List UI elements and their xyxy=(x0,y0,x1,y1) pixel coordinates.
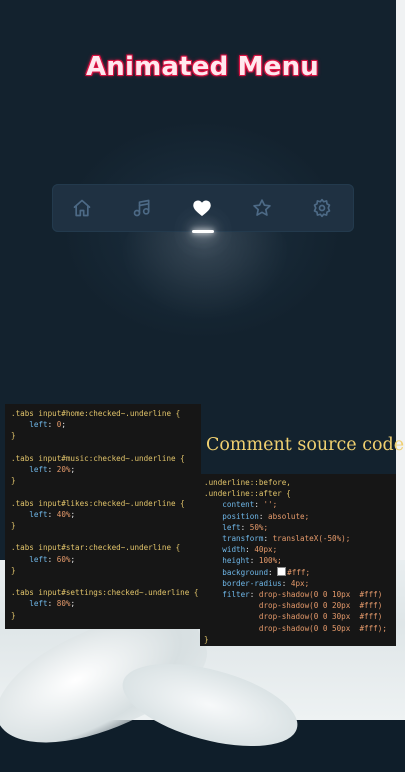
code-property: background xyxy=(222,567,269,577)
code-value: 40px; xyxy=(254,545,278,555)
tab-home[interactable] xyxy=(52,184,112,232)
code-value: 100%; xyxy=(258,556,282,566)
code-value: drop-shadow(0 0 50px #fff); xyxy=(258,623,387,633)
code-property: content xyxy=(222,500,255,510)
code-value: absolute; xyxy=(268,511,310,521)
code-property: left xyxy=(29,509,48,519)
code-selector: .tabs input#settings:checked~.underline … xyxy=(11,588,199,598)
tab-menu xyxy=(52,184,354,233)
code-value: 40% xyxy=(56,509,71,519)
code-value: ''; xyxy=(263,500,278,510)
code-value: 4px; xyxy=(290,578,310,588)
comment-label: Comment source code xyxy=(206,435,405,455)
color-swatch-icon xyxy=(277,566,287,576)
code-property: height xyxy=(222,556,250,566)
code-selector: .tabs input#likes:checked~.underline { xyxy=(11,498,185,508)
edge-strip xyxy=(396,0,405,570)
code-property: left xyxy=(29,420,48,430)
tab-star[interactable] xyxy=(232,184,292,232)
code-selector: .tabs input#home:checked~.underline { xyxy=(11,409,181,418)
page-title: Animated Menu xyxy=(85,52,320,82)
code-selector: .underline::after { xyxy=(204,489,291,499)
tab-music[interactable] xyxy=(112,184,172,232)
code-property: border-radius xyxy=(222,578,282,588)
code-property: left xyxy=(29,554,48,564)
code-value: drop-shadow(0 0 30px #fff) xyxy=(258,612,383,622)
code-snippet-left: .tabs input#home:checked~.underline { le… xyxy=(5,404,201,629)
code-value: 60% xyxy=(56,554,71,564)
code-value: drop-shadow(0 0 10px #fff) xyxy=(258,590,383,600)
code-property: width xyxy=(222,545,246,555)
code-value: 50%; xyxy=(249,522,269,532)
code-selector: .underline::before, xyxy=(204,478,291,487)
code-property: left xyxy=(222,522,241,532)
code-value: 0 xyxy=(56,420,62,430)
code-value: 80% xyxy=(56,599,71,609)
code-value: #fff; xyxy=(287,567,311,577)
home-icon xyxy=(73,199,91,217)
star-icon xyxy=(253,199,271,216)
code-value: translateX(-50%); xyxy=(272,534,351,544)
code-selector: .tabs input#music:checked~.underline { xyxy=(11,453,185,463)
code-property: transform xyxy=(222,534,264,544)
code-selector: .tabs input#star:checked~.underline { xyxy=(11,543,181,553)
code-snippet-right: .underline::before, .underline::after { … xyxy=(200,474,396,646)
tab-likes[interactable] xyxy=(172,184,232,232)
music-icon xyxy=(133,199,150,217)
heart-icon xyxy=(193,200,211,217)
code-property: left xyxy=(29,599,48,609)
gear-icon xyxy=(313,198,331,218)
code-property: left xyxy=(29,465,48,475)
code-value: drop-shadow(0 0 20px #fff) xyxy=(258,601,383,611)
code-property: filter xyxy=(222,590,250,600)
tab-settings[interactable] xyxy=(292,184,352,232)
code-value: 20% xyxy=(56,465,71,475)
active-underline xyxy=(192,230,214,233)
code-property: position xyxy=(222,511,259,521)
